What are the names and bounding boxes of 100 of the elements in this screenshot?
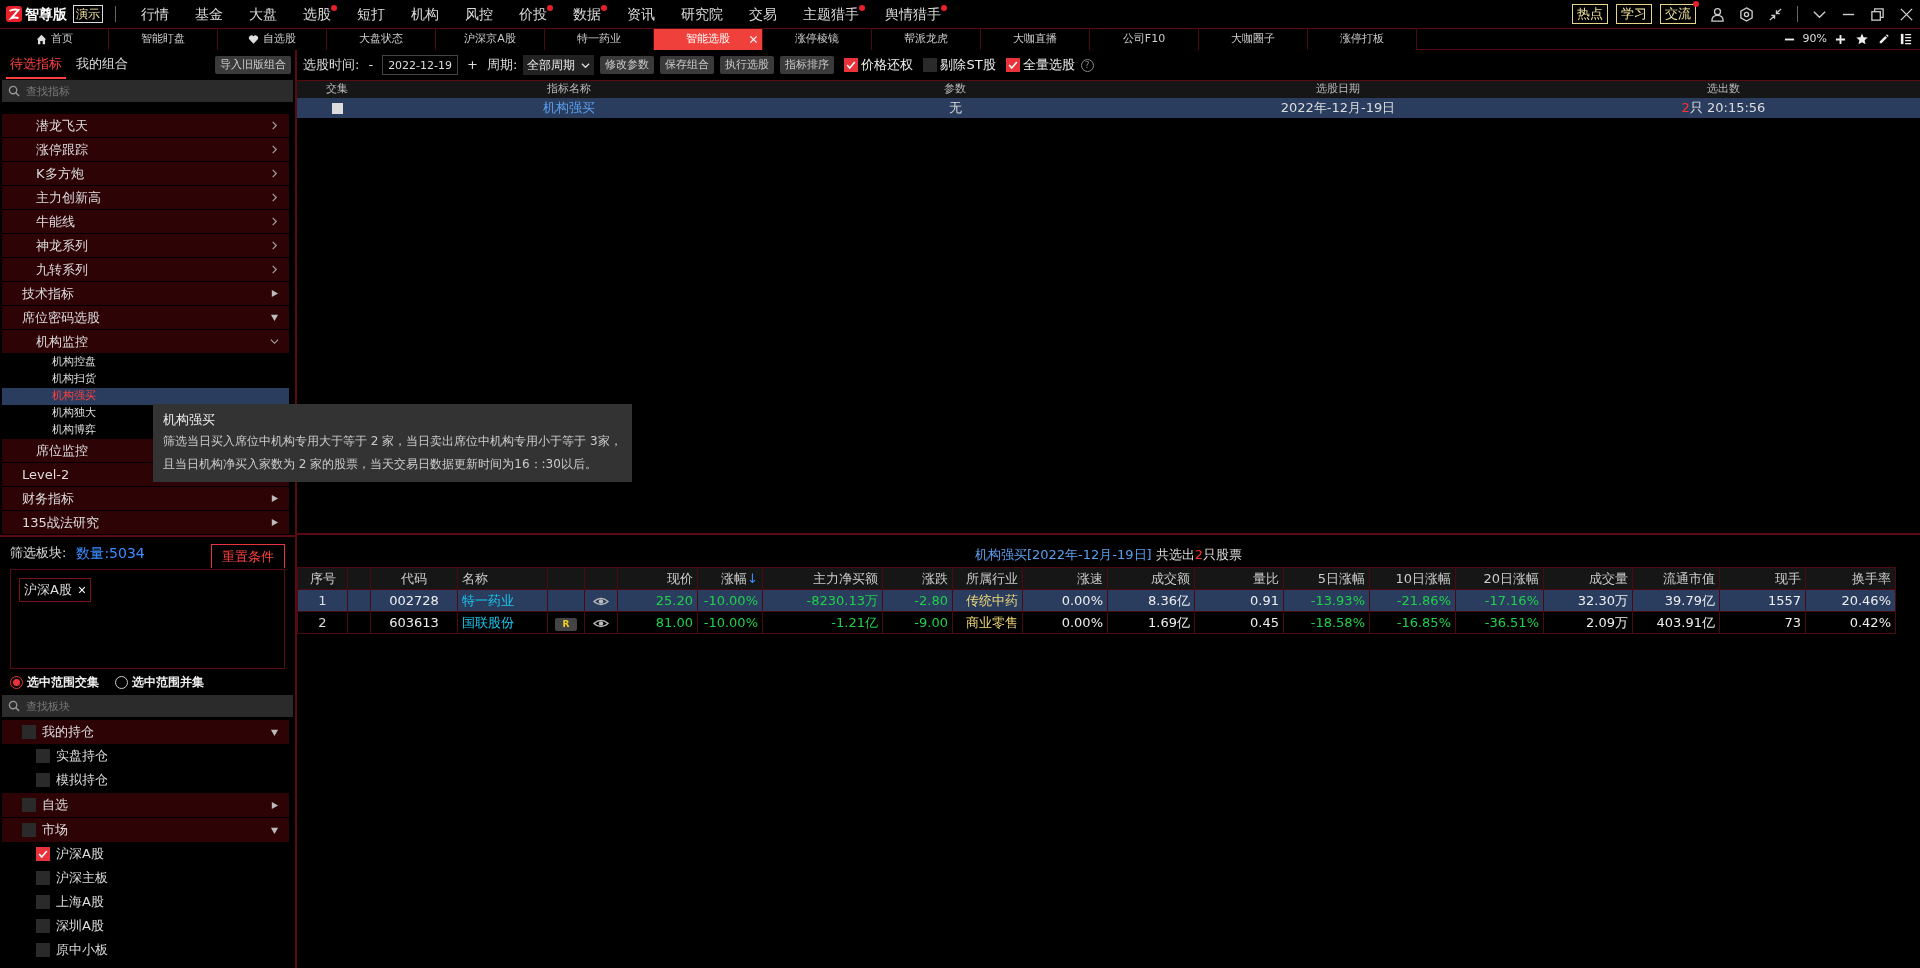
column-header[interactable]: 换手率 [1805,567,1896,590]
chevron-icon[interactable] [270,169,279,178]
tree-item[interactable]: 沪深A股 [2,842,289,866]
tree-item[interactable]: 135战法研究 [2,511,289,535]
tree-item[interactable]: 技术指标 [2,282,289,306]
column-header[interactable]: 成交量 [1543,567,1633,590]
tree-item[interactable]: 潜龙飞天 [2,114,289,138]
column-header[interactable]: 代码 [370,567,458,590]
menu-item[interactable]: 资讯 [614,0,668,28]
menu-item[interactable]: 行情 [128,0,182,28]
tab[interactable]: 涨停打板 [1308,28,1417,50]
triangle-icon[interactable] [270,289,279,298]
menu-item[interactable]: 研究院 [668,0,736,28]
checkbox[interactable] [844,58,859,72]
tree-item[interactable]: 实盘持仓 [2,744,289,768]
quick-button[interactable]: 学习 [1616,4,1652,24]
toolbar-button[interactable]: 保存组合 [660,56,715,74]
toolbar-button[interactable]: 指标排序 [780,56,835,74]
eye-icon[interactable] [593,617,609,629]
menu-item[interactable]: 价投 [506,0,560,28]
checkbox-option[interactable]: 全量选股 [1005,55,1075,75]
tree-item[interactable]: 模拟持仓 [2,768,289,792]
tab[interactable]: 公司F10 [1090,28,1199,50]
sort-arrow[interactable]: ↓ [747,570,758,586]
triangle-icon[interactable] [270,518,279,527]
menu-item[interactable]: 主题猎手 [790,0,872,28]
menu-item[interactable]: 选股 [290,0,344,28]
column-header[interactable]: 现手 [1719,567,1806,590]
column-header[interactable]: 量比 [1194,567,1284,590]
tab[interactable]: 沪深京A股 [436,28,545,50]
shrink-icon[interactable] [1768,6,1783,22]
search-field[interactable]: 查找板块 [2,695,293,717]
tab[interactable]: 特一药业 [545,28,654,50]
column-header[interactable]: 主力净买额 [762,567,883,590]
zoom-in-icon[interactable] [1835,33,1846,45]
panel-icon[interactable] [1900,33,1912,45]
column-header[interactable]: 5日涨幅 [1283,567,1370,590]
chevron-icon[interactable] [270,337,279,346]
hexagon-icon[interactable] [1739,6,1754,22]
chevron-icon[interactable] [270,193,279,202]
checkbox[interactable] [1005,58,1020,72]
checkbox[interactable] [36,847,50,861]
tree-item[interactable]: 机构监控 [2,330,289,354]
search-field[interactable]: 查找指标 [2,80,293,102]
tree-item[interactable]: 深圳A股 [2,914,289,938]
close-icon[interactable] [1899,6,1914,22]
radio-option[interactable]: 选中范围交集 [10,673,99,691]
checkbox[interactable] [36,871,50,885]
quick-button[interactable]: 交流 [1660,4,1696,24]
tree-item[interactable]: 沪深主板 [2,866,289,890]
checkbox[interactable] [36,919,50,933]
checkbox-option[interactable]: 价格还权 [844,55,914,75]
next-day-button[interactable]: + [464,55,481,75]
tab[interactable]: 首页 [0,28,109,50]
triangle-icon[interactable] [270,800,279,810]
tag[interactable]: 沪深A股 [19,578,91,602]
column-header[interactable]: 涨跌 [882,567,953,590]
tree-item[interactable]: 牛能线 [2,210,289,234]
quick-button[interactable]: 热点 [1572,4,1608,24]
remove-icon[interactable] [77,585,86,594]
chevron-icon[interactable] [270,265,279,274]
indicator-link[interactable]: 机构强买 [377,98,761,118]
tree-item[interactable]: 自选 [2,793,289,817]
period-dropdown[interactable]: 全部周期 [523,55,595,75]
column-header[interactable]: 名称 [457,567,548,590]
pencil-icon[interactable] [1878,33,1890,45]
column-header[interactable]: 成交额 [1107,567,1195,590]
tab[interactable]: 自选股 [218,28,327,50]
checkbox[interactable] [331,102,343,114]
tab[interactable]: 大盘状态 [327,28,436,50]
tab[interactable]: 大咖圈子 [1199,28,1308,50]
column-header[interactable]: 所属行业 [952,567,1023,590]
checkbox[interactable] [22,725,36,739]
checkbox[interactable] [22,798,36,812]
tree-item[interactable]: 主力创新高 [2,186,289,210]
table-row[interactable]: 2 603613 国联股份 R 81.00 -10.00% -1.21亿 -9.00 商业零售 0.00% 1.69亿 0.45 -18.58% -16.85% -36.51% 2.09万 403.91亿 73 0.42% [297,611,1896,634]
menu-item[interactable]: 数据 [560,0,614,28]
menu-item[interactable]: 大盘 [236,0,290,28]
checkbox[interactable] [22,823,36,837]
tab[interactable]: 智能盯盘 [109,28,218,50]
date-field[interactable]: 2022-12-19 [382,55,459,75]
tree-item[interactable]: 财务指标 [2,487,289,511]
column-header[interactable]: 序号 [297,567,348,590]
checkbox[interactable] [923,58,938,72]
column-header[interactable]: 涨幅↓ [697,567,763,590]
chevron-icon[interactable] [270,121,279,130]
previous-day-button[interactable]: - [365,55,377,75]
menu-item[interactable]: 风控 [452,0,506,28]
triangle-icon[interactable] [270,825,279,835]
tree-item[interactable]: 涨停跟踪 [2,138,289,162]
eye-icon[interactable] [593,595,609,607]
checkbox[interactable] [36,749,50,763]
user-icon[interactable] [1710,6,1725,22]
toolbar-button[interactable]: 修改参数 [600,56,655,74]
checkbox[interactable] [36,773,50,787]
chevron-icon[interactable] [270,217,279,226]
column-header[interactable]: 涨速 [1022,567,1108,590]
table-row[interactable]: 1 002728 特一药业 25.20 -10.00% -8230.13万 -2.80 传统中药 0.00% 8.36亿 0.91 -13.93% -21.86% -17.16% 32.30万 39.79亿 1557 20.46% [297,589,1896,612]
tab[interactable]: 待选指标 [6,51,66,79]
column-header[interactable]: 流通市值 [1632,567,1720,590]
